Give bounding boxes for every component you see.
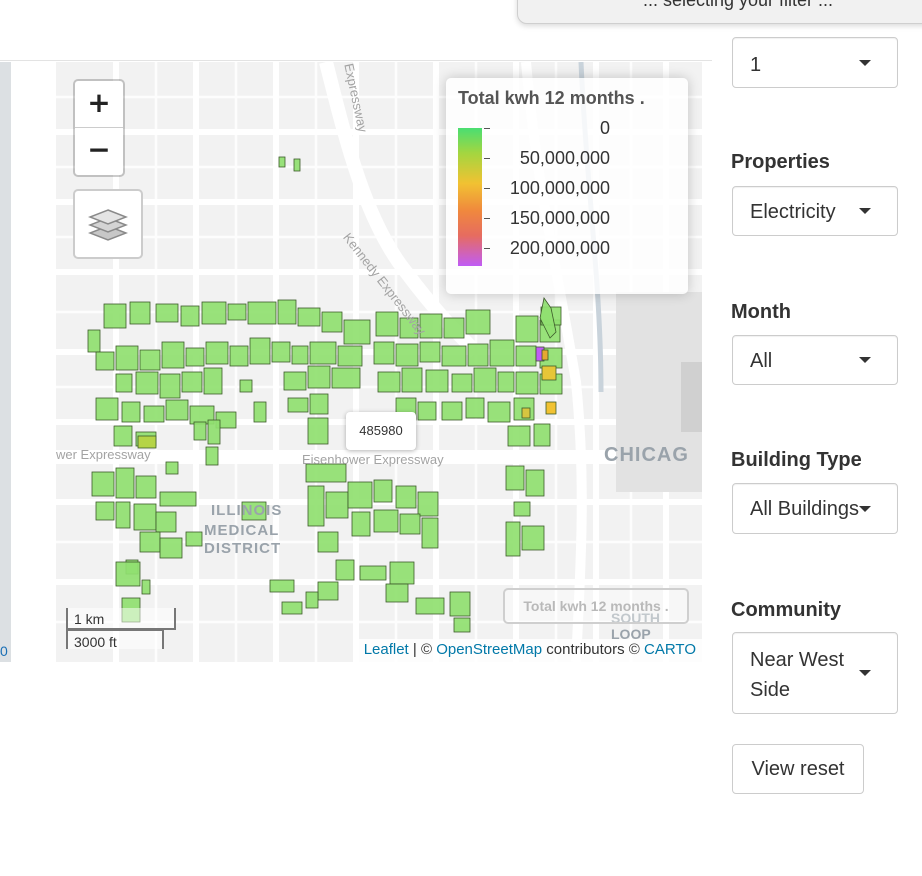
properties-select-value: Electricity [750, 201, 836, 223]
map-label-medical-2: MEDICAL [204, 522, 280, 539]
downtown-block [681, 362, 702, 432]
community-label: Community [731, 599, 841, 621]
hover-value-label: 485980 [346, 412, 416, 450]
left-panel-edge [0, 62, 11, 662]
status-tooltip: ... selecting your filter ... [517, 0, 922, 24]
legend-label: 0 [599, 118, 610, 138]
properties-select[interactable]: Electricity [732, 186, 898, 236]
leaflet-link[interactable]: Leaflet [364, 641, 409, 658]
attribution-contrib: contributors © [542, 641, 645, 658]
legend-label: 100,000,000 [509, 178, 610, 198]
view-reset-button[interactable]: View reset [732, 744, 864, 794]
zoom-in-button[interactable]: + [75, 81, 123, 128]
zoom-control: + − [73, 79, 125, 177]
scale-bar: 1 km 3000 ft [66, 608, 176, 650]
map-label-medical-1: ILLINOIS [211, 502, 283, 519]
map-legend: Total kwh 12 months . 0 50,000,000 100,0… [446, 78, 688, 294]
chevron-down-icon [859, 208, 871, 214]
map-attribution: Leaflet | © OpenStreetMap contributors ©… [357, 639, 702, 662]
building-type-label: Building Type [731, 449, 862, 471]
chevron-down-icon [859, 357, 871, 363]
chevron-down-icon [859, 60, 871, 66]
top-divider [0, 60, 712, 61]
map[interactable]: CHICAG ILLINOIS MEDICAL DISTRICT Eisenho… [56, 62, 702, 662]
chevron-down-icon [859, 670, 871, 676]
zoom-out-button[interactable]: − [75, 128, 123, 174]
ghost-legend: Total kwh 12 months . [503, 588, 689, 624]
top-select[interactable]: 1 [732, 37, 898, 88]
map-label-medical-3: DISTRICT [204, 540, 282, 557]
month-select[interactable]: All [732, 335, 898, 385]
month-label: Month [731, 301, 791, 323]
building-type-select[interactable]: All Buildings [732, 483, 898, 534]
top-select-value: 1 [750, 54, 762, 76]
legend-label: 200,000,000 [509, 238, 610, 258]
scale-km: 1 km [66, 608, 176, 630]
carto-link[interactable]: CARTO [644, 641, 696, 658]
layers-button[interactable] [73, 189, 143, 259]
layers-icon [88, 209, 128, 241]
community-select[interactable]: Near West Side [732, 632, 898, 714]
community-select-value: Near West Side [750, 649, 845, 701]
map-label-eisenhower-left: wer Expressway [56, 447, 151, 462]
legend-title: Total kwh 12 months . [458, 88, 645, 108]
osm-link[interactable]: OpenStreetMap [436, 641, 542, 658]
legend-label: 150,000,000 [509, 208, 610, 228]
left-panel-mark: 0 [0, 643, 8, 659]
properties-label: Properties [731, 151, 830, 173]
map-label-chicago: CHICAG [604, 444, 689, 466]
chevron-down-icon [859, 506, 871, 512]
map-label-eisenhower: Eisenhower Expressway [302, 452, 444, 467]
status-tooltip-text: ... selecting your filter ... [642, 0, 834, 10]
legend-label: 50,000,000 [519, 148, 610, 168]
attribution-sep: | © [408, 641, 437, 658]
scale-ft: 3000 ft [66, 629, 164, 650]
month-select-value: All [750, 350, 773, 372]
